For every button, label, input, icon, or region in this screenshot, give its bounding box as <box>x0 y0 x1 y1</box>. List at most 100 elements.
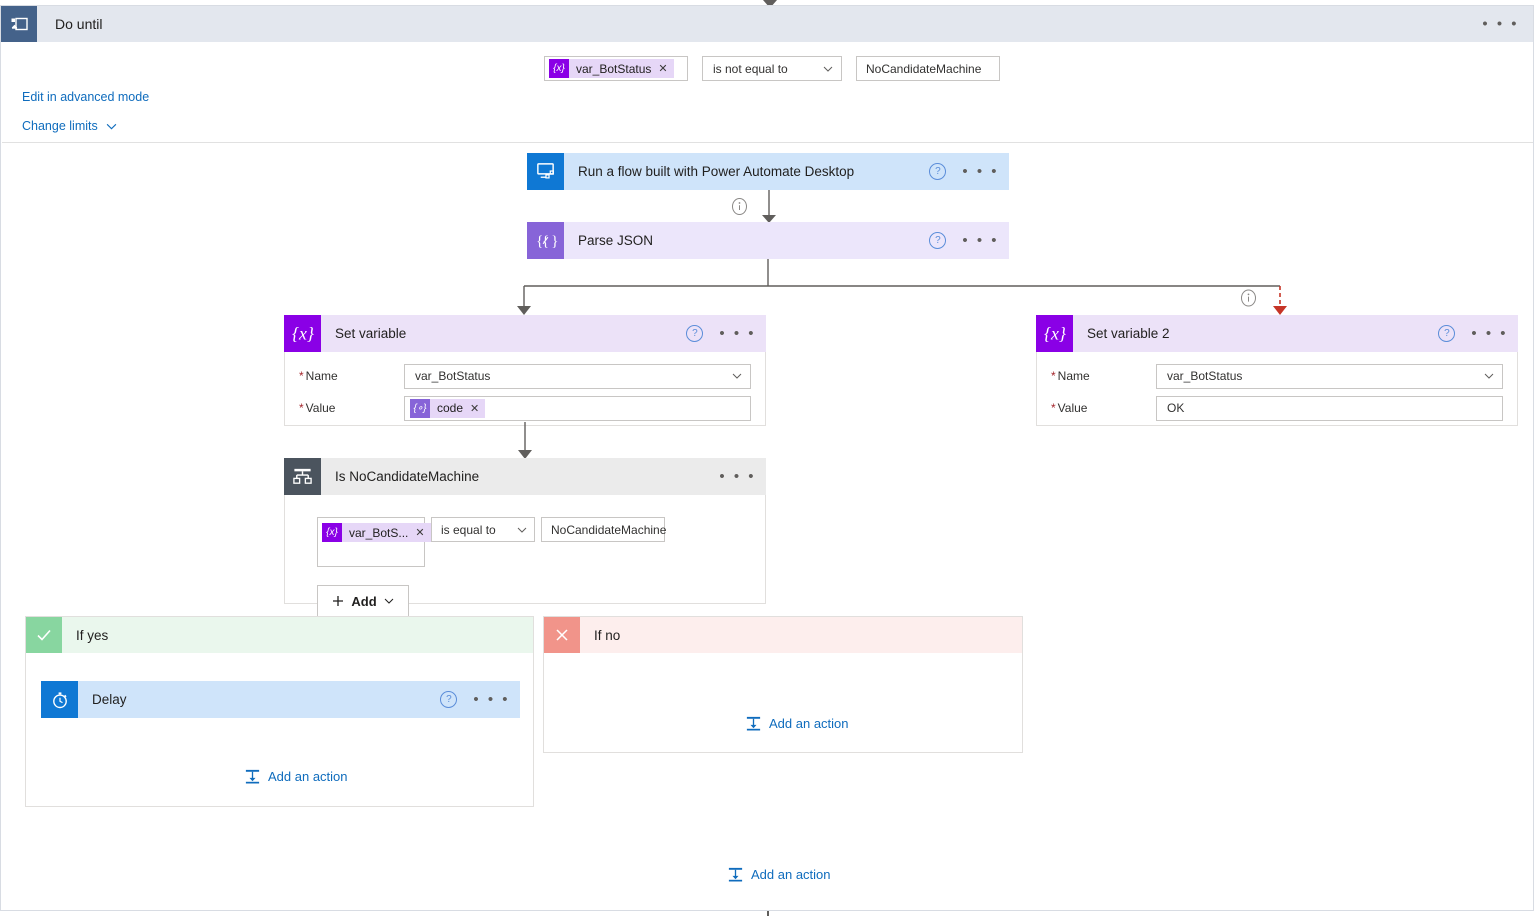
if-no-header: If no <box>544 617 1022 653</box>
clock-icon <box>41 681 78 718</box>
parse-json-actions: ? • • • <box>929 222 999 259</box>
add-action-if-yes[interactable]: Add an action <box>244 768 348 785</box>
action-card-parse-json[interactable]: { { } Parse JSON ? • • • <box>527 222 1009 259</box>
condition-icon <box>284 458 321 495</box>
do-until-condition-row: {x} var_BotStatus ✕ is not equal to NoCa… <box>544 56 1000 81</box>
chevron-down-icon <box>1484 373 1494 379</box>
run-desktop-flow-title: Run a flow built with Power Automate Des… <box>578 164 855 179</box>
if-no-title: If no <box>594 627 621 643</box>
expression-icon: { { } <box>527 222 564 259</box>
svg-text:}: } <box>551 232 558 249</box>
action-card-run-desktop-flow[interactable]: Run a flow built with Power Automate Des… <box>527 153 1009 190</box>
set-variable-name-value: var_BotStatus <box>415 369 491 383</box>
help-icon[interactable]: ? <box>686 325 704 342</box>
action-card-set-variable-2[interactable]: {x} Set variable 2 ? • • • * Name var_Bot… <box>1036 315 1518 426</box>
close-icon[interactable]: ✕ <box>415 526 424 539</box>
set-variable-2-value-input[interactable]: OK <box>1156 395 1503 421</box>
token-label: var_BotS... <box>349 525 409 540</box>
help-icon[interactable]: ? <box>929 232 947 249</box>
set-variable-2-value-label: * Value <box>1051 401 1088 415</box>
run-desktop-flow-menu-button[interactable]: • • • <box>962 164 999 179</box>
variable-icon: {x} <box>549 59 569 78</box>
required-marker: * <box>299 401 304 415</box>
condition-token-field[interactable]: {x} var_BotS... ✕ <box>317 517 431 567</box>
variable-icon: {x} <box>284 315 321 352</box>
help-icon[interactable]: ? <box>440 691 458 708</box>
set-variable-2-name-label: * Name <box>1051 369 1090 383</box>
do-until-menu-button[interactable]: • • • <box>1482 17 1519 32</box>
condition-expression-row: {x} var_BotS... ✕ is equal to NoCandidat… <box>317 517 765 567</box>
condition-value-input[interactable]: NoCandidateMachine <box>541 517 666 542</box>
set-variable-2-menu-button[interactable]: • • • <box>1471 326 1508 341</box>
chevron-down-icon <box>106 123 117 129</box>
help-icon[interactable]: ? <box>929 163 947 180</box>
set-variable-2-name-dropdown[interactable]: var_BotStatus <box>1156 363 1503 389</box>
set-variable-2-name-value: var_BotStatus <box>1167 369 1243 383</box>
delay-actions: ? • • • <box>440 681 510 718</box>
add-action-scope[interactable]: Add an action <box>727 866 831 883</box>
set-variable-value-row: * Value {∘} code ✕ <box>285 392 765 424</box>
edit-in-advanced-mode-link[interactable]: Edit in advanced mode <box>22 90 149 104</box>
parse-json-menu-button[interactable]: • • • <box>962 233 999 248</box>
if-yes-title: If yes <box>76 627 109 643</box>
set-variable-body: * Name var_BotStatus * Value {∘} code ✕ <box>284 352 766 426</box>
set-variable-name-label: * Name <box>299 369 338 383</box>
set-variable-2-title: Set variable 2 <box>1087 326 1170 341</box>
token-code: {∘} code ✕ <box>410 398 486 418</box>
set-variable-header[interactable]: {x} Set variable ? • • • <box>284 315 766 352</box>
set-variable-2-header[interactable]: {x} Set variable 2 ? • • • <box>1036 315 1518 352</box>
do-until-value-input[interactable]: NoCandidateMachine <box>856 56 1000 81</box>
condition-body: {x} var_BotS... ✕ is equal to NoCandidat… <box>284 495 766 617</box>
cross-icon <box>544 617 580 653</box>
run-desktop-flow-actions: ? • • • <box>929 153 999 190</box>
add-condition-button[interactable]: Add <box>317 585 409 617</box>
condition-actions: • • • <box>719 458 756 495</box>
close-icon[interactable]: ✕ <box>658 62 667 75</box>
set-variable-menu-button[interactable]: • • • <box>719 326 756 341</box>
add-action-if-no[interactable]: Add an action <box>745 715 849 732</box>
branch-if-no: If no Add an action <box>543 616 1023 753</box>
token-var-botstatus: {x} var_BotS... ✕ <box>322 523 431 542</box>
condition-menu-button[interactable]: • • • <box>719 469 756 484</box>
flow-designer-canvas: Do until • • • {x} var_BotStatus ✕ is no… <box>0 0 1536 916</box>
condition-header[interactable]: Is NoCandidateMachine • • • <box>284 458 766 495</box>
add-action-if-no-label: Add an action <box>769 716 849 731</box>
branch-if-yes: If yes Delay ? • • • Add an action <box>25 616 534 807</box>
action-card-condition[interactable]: Is NoCandidateMachine • • • {x} var_BotS… <box>284 458 766 617</box>
required-marker: * <box>1051 369 1056 383</box>
help-icon[interactable]: ? <box>1438 325 1456 342</box>
set-variable-2-body: * Name var_BotStatus * Value OK <box>1036 352 1518 426</box>
variable-icon: {x} <box>322 523 342 542</box>
set-variable-name-row: * Name var_BotStatus <box>285 360 765 392</box>
set-variable-title: Set variable <box>335 326 407 341</box>
info-icon[interactable] <box>1240 289 1257 307</box>
action-card-delay[interactable]: Delay ? • • • <box>41 681 520 718</box>
action-card-set-variable[interactable]: {x} Set variable ? • • • * Name var_BotSt… <box>284 315 766 426</box>
outgoing-connector-stub <box>767 911 769 916</box>
token-var-botstatus: {x} var_BotStatus ✕ <box>549 59 674 78</box>
change-limits-label: Change limits <box>22 119 98 133</box>
chevron-down-icon <box>732 373 742 379</box>
info-icon[interactable] <box>731 198 748 215</box>
do-until-icon <box>1 6 37 42</box>
do-until-operator-value: is not equal to <box>713 61 788 76</box>
run-desktop-flow-header[interactable]: Run a flow built with Power Automate Des… <box>527 153 1009 190</box>
change-limits-link[interactable]: Change limits <box>22 119 117 133</box>
parse-json-header[interactable]: { { } Parse JSON ? • • • <box>527 222 1009 259</box>
connector-runflow-parsejson <box>762 190 776 223</box>
do-until-title: Do until <box>55 16 103 32</box>
do-until-condition-token-field[interactable]: {x} var_BotStatus ✕ <box>544 56 688 81</box>
plus-icon <box>333 596 344 606</box>
set-variable-name-dropdown[interactable]: var_BotStatus <box>404 363 751 389</box>
condition-operator-select[interactable]: is equal to <box>431 517 535 542</box>
close-icon[interactable]: ✕ <box>470 402 479 415</box>
set-variable-actions: ? • • • <box>686 315 756 352</box>
delay-header[interactable]: Delay ? • • • <box>41 681 520 718</box>
svg-text:{: { <box>536 232 543 249</box>
do-until-operator-select[interactable]: is not equal to <box>702 56 842 81</box>
condition-operator-value: is equal to <box>441 522 496 537</box>
delay-menu-button[interactable]: • • • <box>473 692 510 707</box>
set-variable-value-input[interactable]: {∘} code ✕ <box>404 395 751 421</box>
do-until-header[interactable]: Do until • • • <box>1 6 1533 42</box>
add-action-icon <box>245 769 260 784</box>
